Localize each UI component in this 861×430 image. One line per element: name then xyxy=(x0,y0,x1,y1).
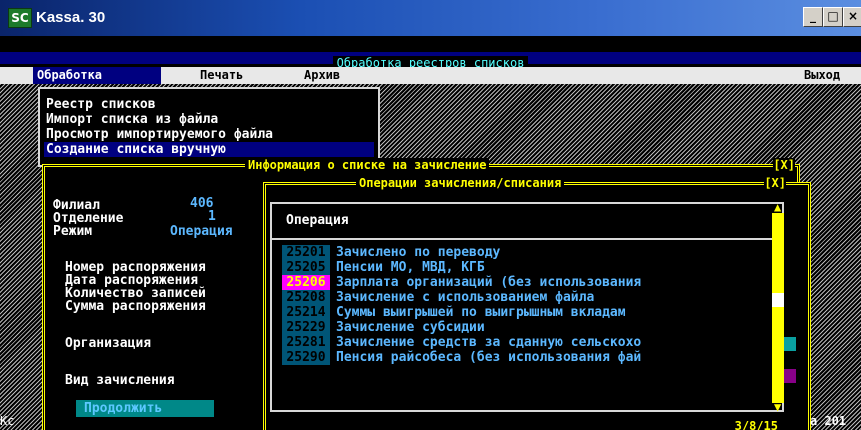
operations-list: Операция 25201 Зачислено по переводу 2520… xyxy=(270,202,784,412)
operation-row[interactable]: 25214 Суммы выигрышей по выигрышным вклад… xyxy=(282,305,777,320)
screen-title-wrap: Обработка реестров списков xyxy=(0,52,861,70)
scrollbar-track[interactable] xyxy=(772,213,784,403)
position-counter: 3/8/15 xyxy=(734,419,778,430)
operation-code: 25208 xyxy=(282,290,330,305)
menu-print[interactable]: Печать xyxy=(196,67,247,84)
purple-marker xyxy=(784,369,796,383)
mode-value: Операция xyxy=(170,224,233,239)
operation-code: 25290 xyxy=(282,350,330,365)
department-value: 1 xyxy=(208,209,216,224)
operation-row[interactable]: 25205 Пенсии МО, МВД, КГБ xyxy=(282,260,777,275)
scrollbar-thumb[interactable] xyxy=(772,293,784,307)
organization-label: Организация xyxy=(65,336,152,351)
scroll-down-arrow-icon[interactable]: ▼ xyxy=(774,401,781,413)
operations-dialog: Операции зачисления/списания [X] Операци… xyxy=(263,176,811,430)
menu-archive[interactable]: Архив xyxy=(300,67,344,84)
operation-row[interactable]: 25229 Зачисление субсидии xyxy=(282,320,777,335)
window-title: Kassa. 30 xyxy=(36,9,106,26)
window-titlebar[interactable]: SC Kassa. 30 _ □ × xyxy=(0,0,861,36)
operation-row-selected[interactable]: 25206 Зарплата организаций (без использов… xyxy=(282,275,777,290)
operation-text: Пенсии МО, МВД, КГБ xyxy=(336,260,485,275)
operation-code: 25206 xyxy=(282,275,330,290)
operations-dialog-close-button[interactable]: [X] xyxy=(764,176,786,190)
console-screen: Обработка реестров списков Обработка Печ… xyxy=(0,36,861,430)
scroll-up-arrow-icon[interactable]: ▲ xyxy=(774,201,781,213)
info-dialog-title: Информация о списке на зачисление xyxy=(245,158,490,172)
operation-code: 25229 xyxy=(282,320,330,335)
corner-right-text: a 201 xyxy=(810,414,847,428)
operation-code: 25205 xyxy=(282,260,330,275)
mode-label: Режим xyxy=(53,224,93,239)
app-logo-icon: SC xyxy=(8,8,32,28)
header-separator xyxy=(272,238,782,240)
teal-marker xyxy=(784,337,796,351)
operation-code: 25201 xyxy=(282,245,330,260)
operation-row[interactable]: 25201 Зачислено по переводу xyxy=(282,245,777,260)
continue-button[interactable]: Продолжить xyxy=(76,400,214,417)
info-dialog-close-button[interactable]: [X] xyxy=(773,158,795,172)
corner-left-text: Kc xyxy=(0,414,15,428)
menu-processing[interactable]: Обработка xyxy=(33,67,161,84)
processing-dropdown: Реестр списков Импорт списка из файла Пр… xyxy=(38,87,380,167)
operation-row[interactable]: 25208 Зачисление с использованием файла xyxy=(282,290,777,305)
operation-code: 25214 xyxy=(282,305,330,320)
operation-row[interactable]: 25290 Пенсия райсобеса (без использования… xyxy=(282,350,777,365)
operations-column-header: Операция xyxy=(286,213,349,228)
order-sum-label: Сумма распоряжения xyxy=(65,299,206,314)
operation-code: 25281 xyxy=(282,335,330,350)
menu-exit[interactable]: Выход xyxy=(800,67,844,84)
operations-dialog-title: Операции зачисления/списания xyxy=(356,176,565,190)
operation-text: Зачисление средств за сданную сельскохо xyxy=(336,335,642,350)
dropdown-item-create-manual[interactable]: Создание списка вручную xyxy=(44,142,374,157)
close-button[interactable]: × xyxy=(843,7,861,27)
credit-type-label: Вид зачисления xyxy=(65,373,175,388)
operation-text: Зарплата организаций (без использования xyxy=(336,275,642,290)
minimize-button[interactable]: _ xyxy=(803,7,823,27)
dropdown-item-import[interactable]: Импорт списка из файла xyxy=(44,112,374,127)
operation-text: Пенсия райсобеса (без использования фай xyxy=(336,350,642,365)
operation-text: Зачисление субсидии xyxy=(336,320,485,335)
operation-text: Суммы выигрышей по выигрышным вкладам xyxy=(336,305,626,320)
dropdown-item-view-import[interactable]: Просмотр импортируемого файла xyxy=(44,127,374,142)
operation-text: Зачислено по переводу xyxy=(336,245,501,260)
dropdown-item-registry[interactable]: Реестр списков xyxy=(44,97,374,112)
operation-row[interactable]: 25281 Зачисление средств за сданную сельс… xyxy=(282,335,777,350)
operation-text: Зачисление с использованием файла xyxy=(336,290,595,305)
maximize-button[interactable]: □ xyxy=(823,7,843,27)
